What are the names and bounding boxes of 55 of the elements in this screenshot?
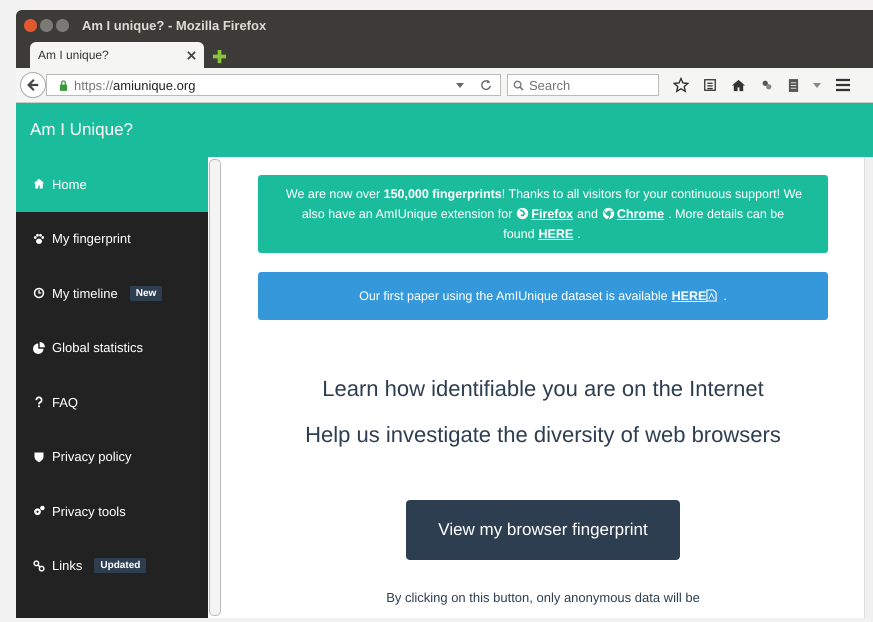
close-button[interactable] — [24, 18, 37, 32]
back-button[interactable] — [20, 72, 46, 98]
scrollbar[interactable] — [864, 157, 873, 618]
sidebar-item[interactable]: Global statistics — [16, 320, 208, 375]
headline: Help us investigate the diversity of web browsers — [305, 421, 781, 449]
sidebar-label: FAQ — [52, 394, 78, 410]
menu-icon[interactable] — [835, 78, 851, 92]
lock-icon — [59, 80, 68, 90]
sidebar-label: My timeline — [52, 286, 118, 301]
home-icon[interactable] — [731, 78, 746, 92]
sidebar-item[interactable]: My fingerprint — [16, 212, 208, 266]
back-arrow-icon — [26, 78, 40, 92]
clock-icon — [33, 287, 45, 300]
shield-icon — [33, 450, 45, 463]
notice-text: Our first paper using the AmIUnique dataset is available HERE . — [358, 288, 728, 305]
fingerprint-button[interactable]: View my browser fingerprint — [406, 500, 680, 560]
window-title: Am I unique? - Mozilla Firefox — [82, 18, 266, 32]
sidebar-item[interactable]: Links Updated — [16, 538, 208, 593]
sidebar-label: Privacy policy — [52, 449, 132, 464]
sidebar-item[interactable]: Privacy tools — [16, 484, 208, 538]
scrollbar[interactable] — [209, 159, 221, 616]
sidebar-item[interactable]: FAQ — [16, 375, 208, 430]
sidebar-label: Privacy tools — [52, 504, 126, 519]
badge: New — [130, 286, 162, 301]
browser-tab[interactable]: Am I unique? — [30, 42, 204, 68]
sidebar-item[interactable]: My timeline New — [16, 266, 208, 320]
sidebar-label: My fingerprint — [52, 231, 131, 246]
reload-icon[interactable] — [480, 79, 492, 91]
minimize-button[interactable] — [40, 18, 53, 32]
reading-list-icon[interactable] — [703, 78, 717, 92]
maximize-button[interactable] — [56, 18, 69, 32]
circle-icon — [602, 207, 615, 220]
sidebar-item[interactable]: Privacy policy — [16, 430, 208, 484]
search-field[interactable]: Search — [507, 74, 659, 96]
address-field[interactable]: https://amiunique.org — [46, 74, 501, 96]
pie-chart-icon — [33, 342, 45, 354]
sidebar-label: Home — [52, 176, 87, 192]
dropdown-icon[interactable] — [813, 82, 821, 88]
question-mark-icon — [33, 396, 45, 408]
headline: Learn how identifiable you are on the Internet — [322, 375, 764, 403]
star-icon[interactable] — [673, 77, 689, 93]
document-icon — [706, 289, 718, 302]
globe-icon — [516, 207, 530, 220]
home-icon — [33, 178, 45, 190]
clipboard-icon[interactable] — [788, 78, 799, 92]
disclaimer-text: By clicking on this button, only anonymous data will be — [386, 590, 700, 605]
plus-icon[interactable] — [212, 48, 227, 64]
dropdown-icon[interactable] — [456, 82, 464, 88]
paw-icon — [33, 232, 45, 245]
badge: Updated — [94, 558, 146, 574]
close-icon[interactable] — [187, 50, 196, 60]
sidebar-label: Links — [52, 558, 82, 574]
notice-text: We are now over 150,000 fingerprints! Thanks to all visitors for your continuous support! We also have an AmIUnique extension for Firefox and Chrome . More details can be found HERE . — [284, 186, 804, 243]
link-icon — [33, 560, 45, 572]
sidebar-label: Global statistics — [52, 340, 144, 356]
